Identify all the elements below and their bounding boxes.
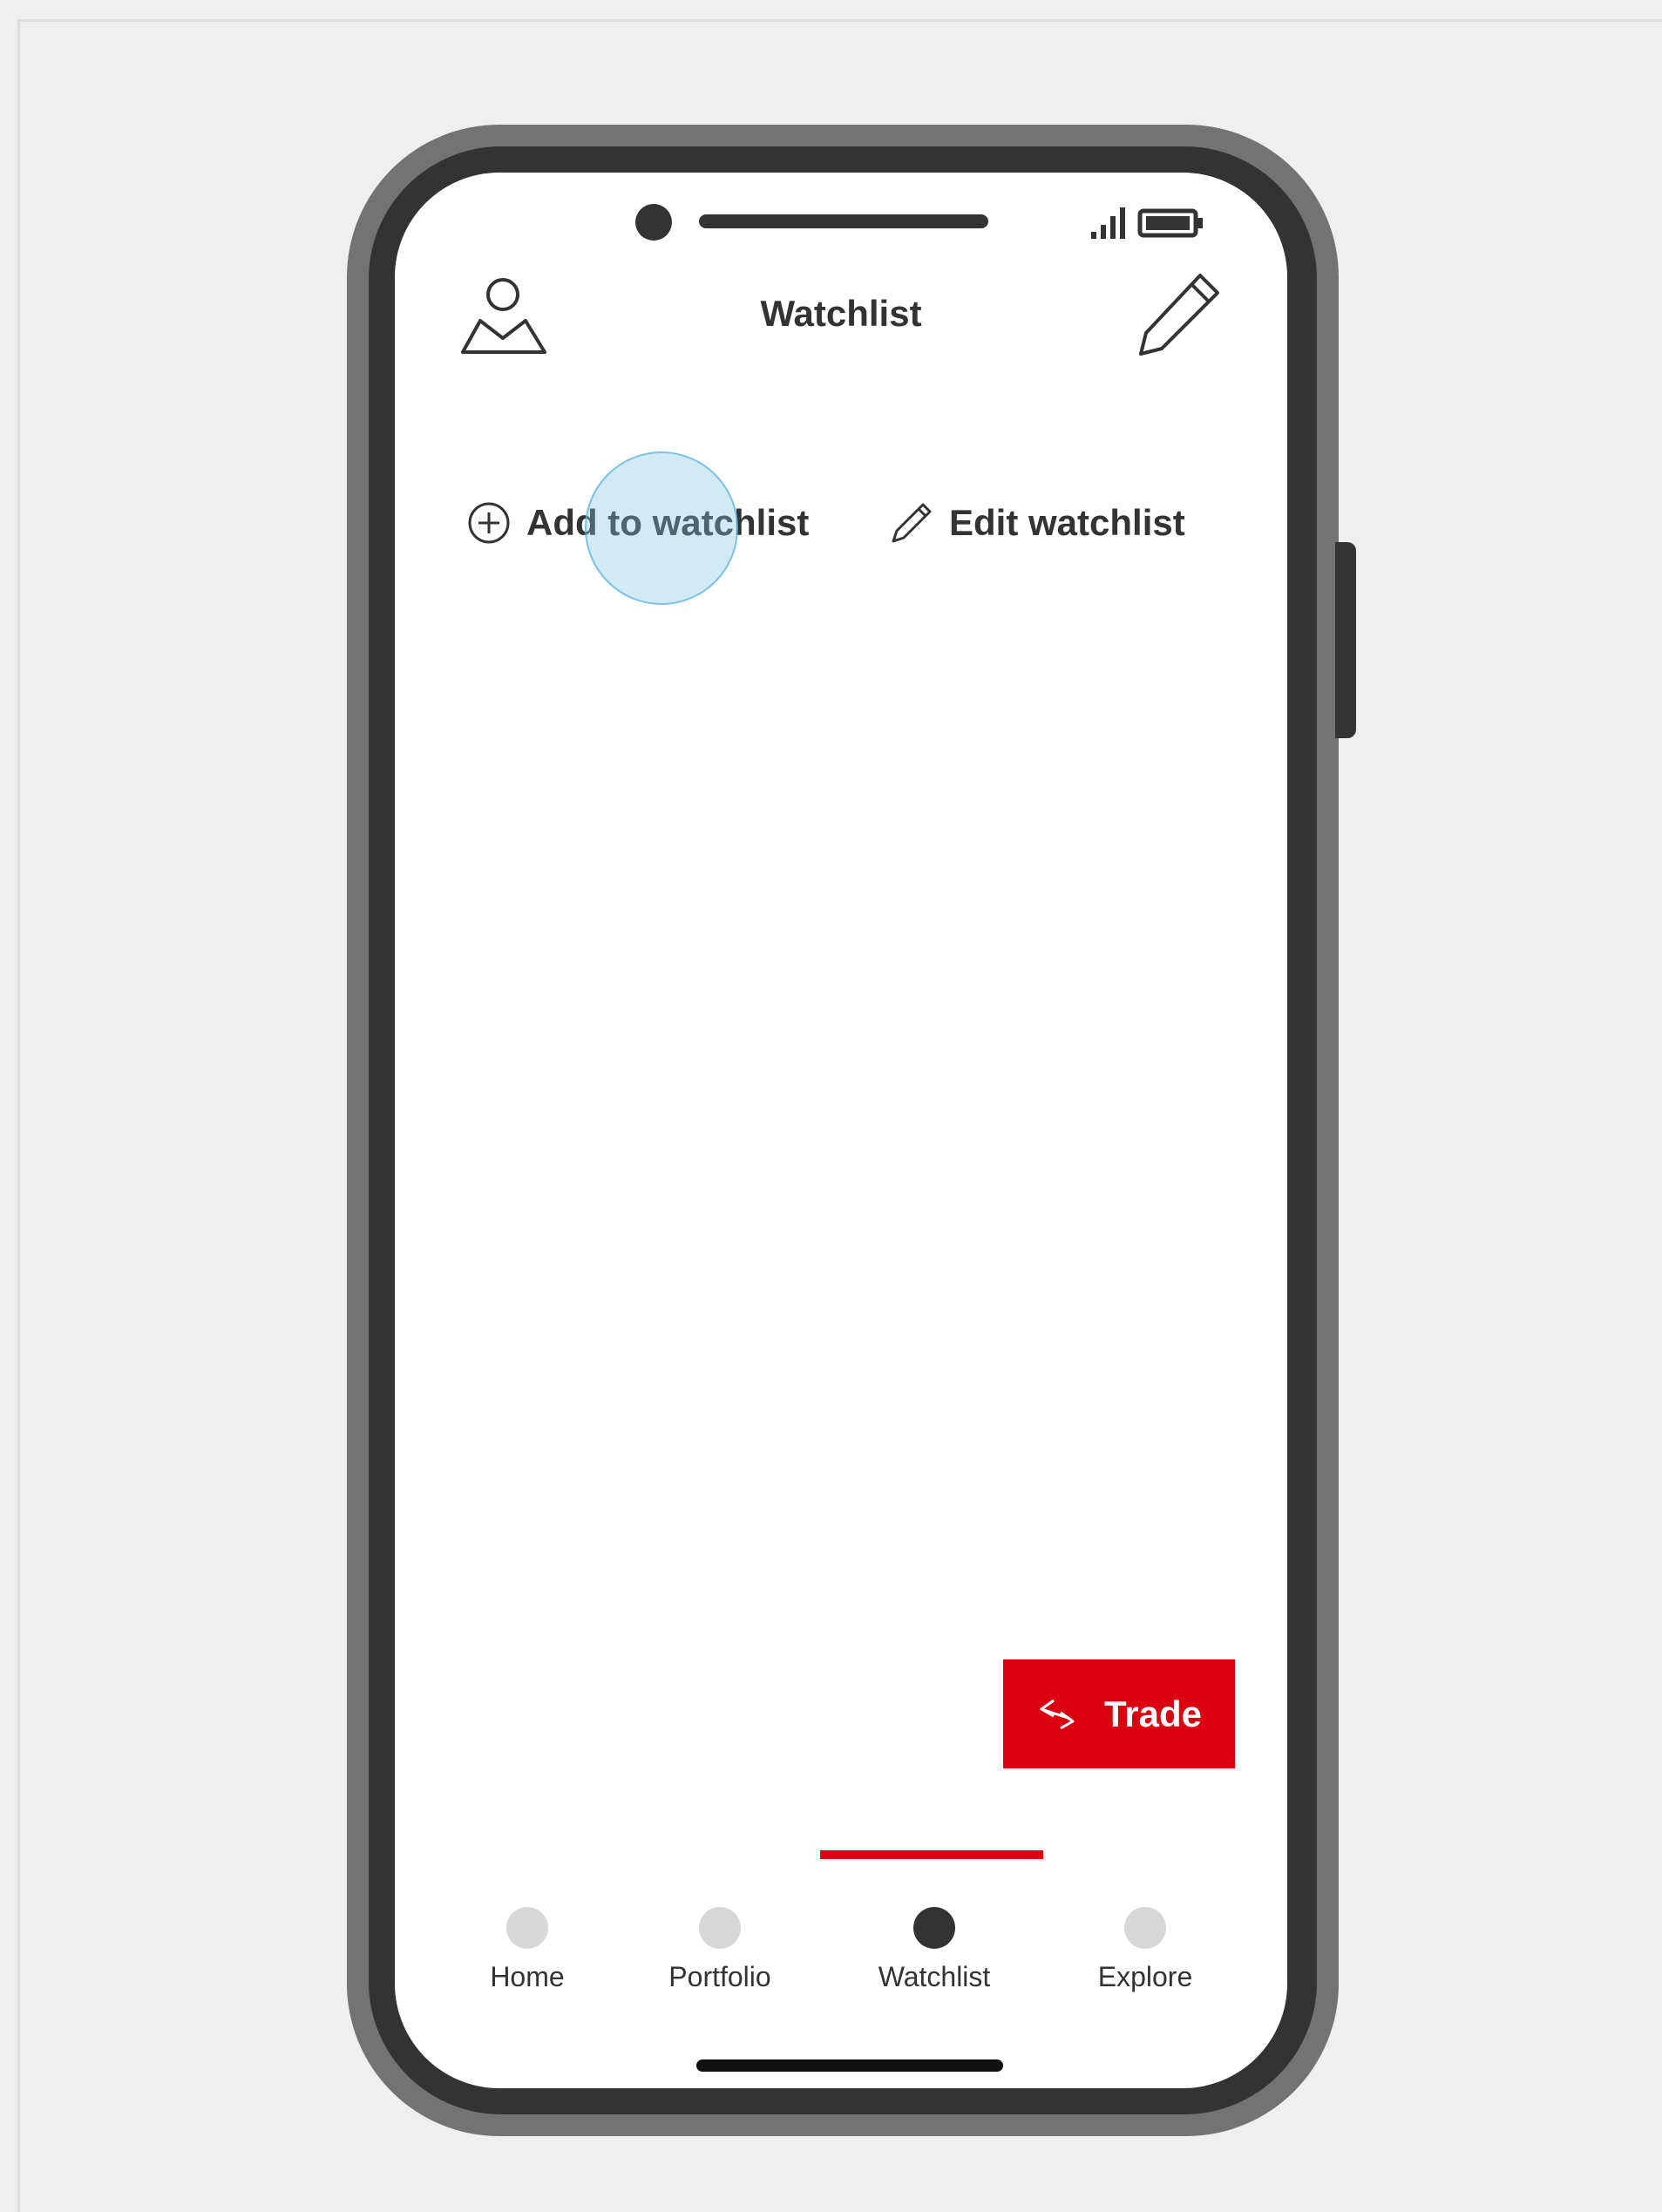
tab-watchlist-label: Watchlist: [878, 1961, 991, 1992]
home-indicator-bar[interactable]: [696, 2059, 1003, 2072]
tab-watchlist[interactable]: Watchlist: [856, 1907, 1013, 1993]
trade-arrows-icon: [1040, 1699, 1075, 1729]
pencil-icon[interactable]: [1136, 270, 1223, 357]
camera-dot: [635, 204, 672, 241]
edit-watchlist-button[interactable]: Edit watchlist: [890, 497, 1185, 549]
trade-button[interactable]: Trade: [1003, 1659, 1235, 1768]
tab-explore-label: Explore: [1097, 1961, 1193, 1992]
tap-indicator: [585, 451, 738, 605]
status-bar-icons: [1091, 207, 1203, 239]
plus-circle-icon: [468, 502, 510, 544]
signal-icon: [1091, 207, 1125, 239]
active-tab-indicator: [820, 1850, 1043, 1859]
edit-watchlist-label: Edit watchlist: [949, 502, 1185, 543]
home-icon: [506, 1907, 548, 1949]
trade-label: Trade: [1103, 1693, 1203, 1734]
speaker-bar: [699, 214, 988, 228]
tab-explore[interactable]: Explore: [1067, 1907, 1224, 1993]
phone-screen: Watchlist Add to watchlist Edit watchlis…: [395, 173, 1287, 2088]
tab-home-label: Home: [490, 1961, 565, 1992]
phone-side-button: [1335, 542, 1356, 738]
watchlist-icon: [913, 1907, 955, 1949]
tab-portfolio[interactable]: Portfolio: [641, 1907, 798, 1993]
tab-portfolio-label: Portfolio: [668, 1961, 771, 1992]
battery-icon: [1137, 208, 1203, 238]
explore-icon: [1124, 1907, 1166, 1949]
portfolio-icon: [699, 1907, 741, 1949]
tab-home[interactable]: Home: [449, 1907, 606, 1993]
edit-pencil-icon: [892, 503, 932, 543]
